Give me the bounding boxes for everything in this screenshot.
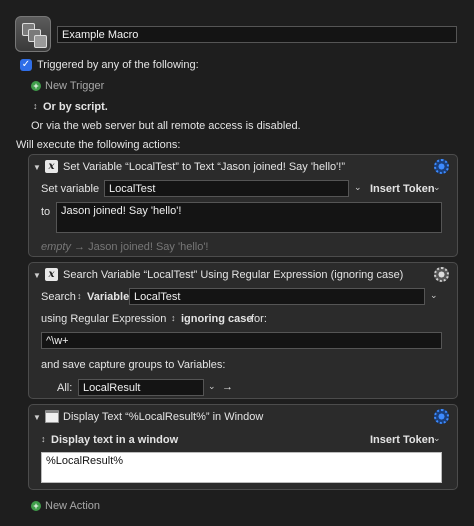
case-option-select[interactable]: ignoring case (181, 313, 253, 325)
web-server-note: Or via the web server but all remote acc… (31, 120, 301, 132)
search-label: Search (41, 291, 76, 303)
to-label: to (41, 206, 51, 218)
action-display-text[interactable]: ▼ Display Text “%LocalResult%” in Window… (28, 404, 458, 490)
updown-icon[interactable]: ↕ (77, 291, 82, 301)
or-by-script-option[interactable]: Or by script. (43, 101, 108, 113)
insert-token-button[interactable]: Insert Token (370, 434, 435, 446)
gear-icon[interactable] (434, 267, 449, 282)
action-title[interactable]: Display Text “%LocalResult%” in Window (63, 411, 263, 423)
source-type-select[interactable]: Variable (87, 291, 129, 303)
new-action-button[interactable]: New Action (45, 500, 100, 512)
new-trigger-button[interactable]: New Trigger (45, 80, 104, 92)
window-icon (45, 410, 59, 423)
search-variable-field[interactable]: LocalTest (129, 288, 425, 305)
insert-token-chevron-icon[interactable]: ⌄ (433, 433, 441, 444)
preview-empty: empty (41, 241, 71, 253)
display-option-select[interactable]: Display text in a window (51, 434, 178, 446)
capture-add-arrow-icon[interactable]: → (222, 381, 233, 393)
set-variable-label: Set variable (41, 183, 100, 195)
capture-variable-field[interactable]: LocalResult (78, 379, 204, 396)
new-action-plus-icon[interactable]: + (31, 501, 41, 511)
regex-field[interactable]: ^\w+ (41, 332, 442, 349)
updown-icon[interactable]: ↕ (33, 101, 38, 111)
triggered-label: Triggered by any of the following: (37, 59, 199, 71)
action-title[interactable]: Search Variable “LocalTest” Using Regula… (63, 269, 403, 281)
action-set-variable[interactable]: ▼ x Set Variable “LocalTest” to Text “Ja… (28, 154, 458, 257)
x-variable-icon: x (45, 160, 58, 173)
disclosure-triangle-icon[interactable]: ▼ (33, 271, 41, 280)
updown-icon[interactable]: ↕ (171, 313, 176, 323)
all-label: All: (57, 382, 73, 394)
display-text-field[interactable]: %LocalResult% (41, 452, 442, 483)
actions-header: Will execute the following actions: (16, 139, 181, 151)
action-search-variable[interactable]: ▼ x Search Variable “LocalTest” Using Re… (28, 262, 458, 399)
capture-variable-chevron-icon[interactable]: ⌄ (208, 381, 216, 392)
preview-arrow-icon: → (74, 241, 86, 253)
variable-name-field[interactable]: LocalTest (104, 180, 349, 197)
capture-groups-label: and save capture groups to Variables: (41, 359, 226, 371)
triggered-checkbox[interactable]: ✓ (20, 59, 32, 71)
new-trigger-plus-icon[interactable]: + (31, 81, 41, 91)
text-value-field[interactable]: Jason joined! Say 'hello'! (56, 202, 442, 233)
insert-token-chevron-icon[interactable]: ⌄ (433, 182, 441, 193)
updown-icon[interactable]: ↕ (41, 434, 46, 444)
x-variable-icon: x (45, 268, 58, 281)
disclosure-triangle-icon[interactable]: ▼ (33, 163, 41, 172)
gear-icon[interactable] (434, 159, 449, 174)
search-variable-chevron-icon[interactable]: ⌄ (430, 290, 438, 301)
insert-token-button[interactable]: Insert Token (370, 183, 435, 195)
for-label: for: (251, 313, 267, 325)
disclosure-triangle-icon[interactable]: ▼ (33, 413, 41, 422)
using-regex-label: using Regular Expression (41, 313, 167, 325)
preview-result: Jason joined! Say 'hello'! (88, 241, 209, 253)
macro-name-field[interactable]: Example Macro (57, 26, 457, 43)
gear-icon[interactable] (434, 409, 449, 424)
variable-dropdown-chevron-icon[interactable]: ⌄ (354, 182, 362, 193)
macro-group-icon[interactable] (15, 16, 51, 52)
preview-line: empty → Jason joined! Say 'hello'! (41, 241, 208, 253)
action-title[interactable]: Set Variable “LocalTest” to Text “Jason … (63, 161, 345, 173)
